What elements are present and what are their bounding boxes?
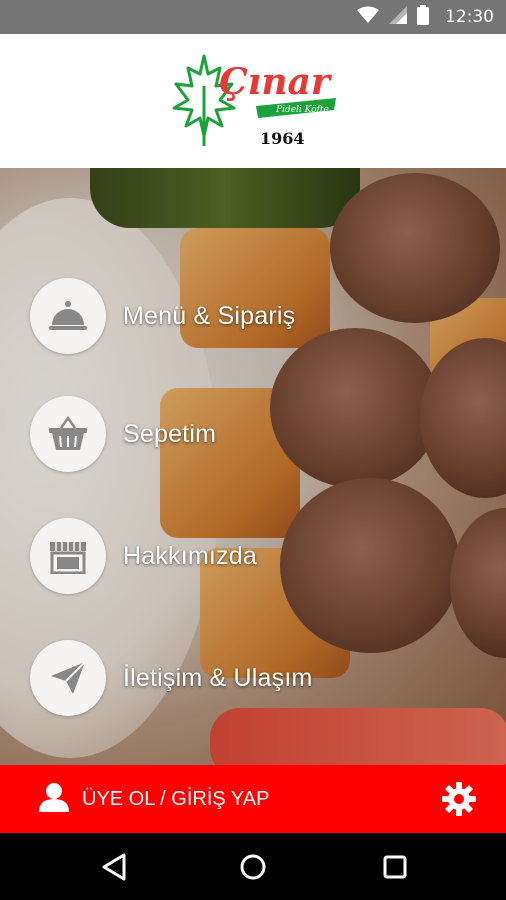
svg-text:1964: 1964 [260,129,305,148]
menu-item-about[interactable]: Hakkımızda [30,518,257,594]
storefront-icon [30,518,106,594]
menu-item-label: Menü & Sipariş [123,301,296,330]
status-bar: 12:30 [0,0,506,34]
menu-item-cart[interactable]: Sepetim [30,396,216,472]
app-header: Çınar Pideli Köfte 1964 [0,34,506,168]
menu-item-order[interactable]: Menü & Sipariş [30,278,295,354]
brand-logo: Çınar Pideli Köfte 1964 [164,52,344,152]
recents-icon[interactable] [378,850,412,884]
wifi-icon [357,6,379,29]
bottom-action-bar: ÜYE OL / GİRİŞ YAP [0,765,506,833]
home-icon[interactable] [236,850,270,884]
menu-item-contact[interactable]: İletişim & Ulaşım [30,640,313,716]
cloche-icon [30,278,106,354]
status-icons: 12:30 [357,4,494,30]
user-icon [38,782,70,817]
system-nav-bar [0,833,506,900]
basket-icon [30,396,106,472]
gear-icon[interactable] [442,782,476,816]
login-register-label: ÜYE OL / GİRİŞ YAP [82,787,270,810]
back-icon[interactable] [98,850,132,884]
paper-plane-icon [30,640,106,716]
cellular-signal-icon [389,5,407,29]
svg-text:Pideli Köfte: Pideli Köfte [275,105,329,115]
login-register-button[interactable]: ÜYE OL / GİRİŞ YAP [38,782,270,817]
menu-item-label: İletişim & Ulaşım [123,663,313,692]
battery-icon [417,4,429,30]
menu-item-label: Hakkımızda [123,541,257,570]
status-time: 12:30 [445,7,494,27]
svg-text:Çınar: Çınar [219,61,333,103]
menu-item-label: Sepetim [123,419,217,448]
